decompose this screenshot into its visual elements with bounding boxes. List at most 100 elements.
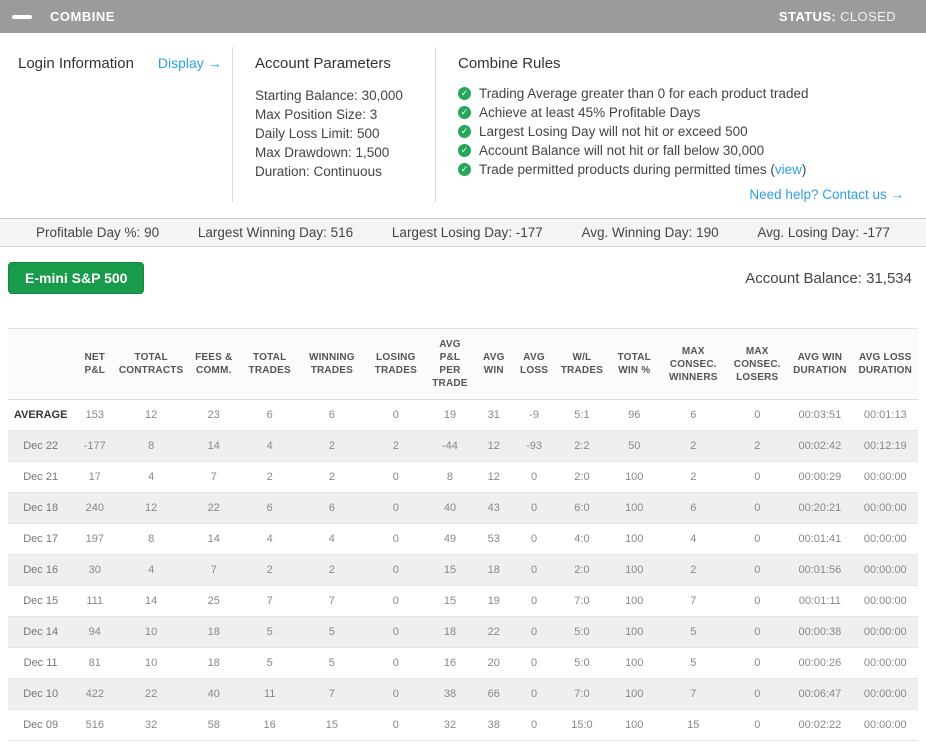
table-cell: 0 bbox=[754, 688, 761, 700]
table-cell: 6 bbox=[690, 409, 697, 421]
check-icon: ✓ bbox=[458, 125, 471, 138]
status-label: STATUS: bbox=[778, 9, 837, 24]
table-cell: 15 bbox=[443, 564, 457, 576]
table-cell: 100 bbox=[625, 719, 644, 731]
table-row: Dec 09 516 32 58 16 15 0 32 38 0 15:0 100 15 0 00:02:2… bbox=[8, 709, 918, 741]
column-header: LOSING TRADES bbox=[374, 352, 417, 376]
table-cell: 100 bbox=[625, 688, 644, 700]
table-cell: 7 bbox=[328, 595, 335, 607]
table-cell: 6 bbox=[328, 502, 335, 514]
table-cell: 18 bbox=[443, 626, 457, 638]
table-cell: 40 bbox=[443, 502, 457, 514]
table-row: Dec 10 422 22 40 11 7 0 38 66 0 7:0 100 7 0 00:06:47 00… bbox=[8, 678, 918, 710]
table-cell: 7:0 bbox=[574, 688, 590, 700]
top-bar: COMBINE STATUS: CLOSED bbox=[0, 0, 926, 33]
table-cell: 4 bbox=[148, 564, 155, 576]
table-cell: 0 bbox=[392, 688, 399, 700]
table-cell: 00:02:22 bbox=[798, 719, 842, 731]
table-cell: -44 bbox=[442, 440, 458, 452]
table-cell: 30 bbox=[88, 564, 101, 576]
table-cell: 5:1 bbox=[574, 409, 590, 421]
table-cell: 0 bbox=[530, 657, 538, 669]
table-cell: 00:00:00 bbox=[863, 688, 907, 700]
check-icon: ✓ bbox=[458, 144, 471, 157]
rule-item: ✓ Account Balance will not hit or fall b… bbox=[458, 141, 908, 160]
table-cell: 100 bbox=[625, 626, 644, 638]
table-cell: 7 bbox=[266, 595, 273, 607]
view-link[interactable]: view bbox=[775, 162, 802, 177]
table-cell: 0 bbox=[392, 564, 399, 576]
column-header: W/L TRADES bbox=[560, 352, 604, 376]
table-cell: -93 bbox=[526, 440, 542, 452]
stat-value: 90 bbox=[144, 225, 160, 240]
help-line: Need help? Contact us → bbox=[458, 187, 908, 202]
table-cell: 0 bbox=[754, 564, 761, 576]
table-cell: 15:0 bbox=[571, 719, 593, 731]
table-cell: 6 bbox=[690, 502, 697, 514]
stat-label: Largest Winning Day: bbox=[197, 225, 327, 240]
param-starting-balance: Starting Balance: 30,000 bbox=[255, 88, 403, 103]
table-cell: 0 bbox=[530, 626, 538, 638]
param-max-position-size: Max Position Size: 3 bbox=[255, 107, 378, 122]
table-cell: 19 bbox=[443, 409, 457, 421]
account-balance: Account Balance: 31,534 bbox=[745, 270, 914, 287]
table-cell: 0 bbox=[392, 626, 399, 638]
table-cell: 00:02:42 bbox=[798, 440, 842, 452]
row-label-cell: Dec 17 bbox=[23, 533, 59, 545]
table-cell: 18 bbox=[207, 657, 220, 669]
collapse-icon[interactable] bbox=[12, 14, 32, 19]
product-row: E-mini S&P 500 Account Balance: 31,534 bbox=[0, 247, 926, 294]
table-cell: 153 bbox=[85, 409, 104, 421]
table-cell: 10 bbox=[145, 657, 158, 669]
table-header-row: NET P&L TOTAL CONTRACTS FEES & COMM. TOTAL … bbox=[8, 328, 918, 400]
page-title: COMBINE bbox=[50, 9, 115, 24]
table-cell: 7 bbox=[210, 564, 217, 576]
column-header: AVG WIN DURATION bbox=[793, 352, 847, 376]
rule-item: ✓ Trading Average greater than 0 for eac… bbox=[458, 84, 908, 103]
check-icon: ✓ bbox=[458, 106, 471, 119]
table-cell: 6 bbox=[266, 409, 273, 421]
table-cell: 14 bbox=[145, 595, 158, 607]
table-cell: 2 bbox=[328, 440, 335, 452]
check-icon: ✓ bbox=[458, 87, 471, 100]
display-link[interactable]: Display → bbox=[158, 55, 222, 71]
login-information-title: Login Information bbox=[18, 55, 134, 72]
table-cell: 2 bbox=[690, 440, 697, 452]
table-cell: 00:00:00 bbox=[863, 626, 907, 638]
table-cell: 2 bbox=[328, 564, 335, 576]
contact-us-link[interactable]: Need help? Contact us → bbox=[749, 187, 904, 202]
column-header: AVG P&L PER TRADE bbox=[432, 339, 468, 389]
table-cell: -177 bbox=[83, 440, 106, 452]
table-cell: 15 bbox=[443, 595, 457, 607]
table-cell: 100 bbox=[625, 595, 644, 607]
param-max-drawdown: Max Drawdown: 1,500 bbox=[255, 145, 390, 160]
table-cell: 7:0 bbox=[574, 595, 590, 607]
stat-avg-losing-day: Avg. Losing Day: -177 bbox=[757, 225, 890, 240]
row-label-cell: Dec 10 bbox=[23, 688, 59, 700]
table-cell: 15 bbox=[325, 719, 338, 731]
table-cell: 00:03:51 bbox=[798, 409, 842, 421]
table-cell: 197 bbox=[85, 533, 104, 545]
table-cell: 00:01:41 bbox=[798, 533, 842, 545]
column-header bbox=[8, 329, 73, 400]
table-cell: 5 bbox=[266, 626, 273, 638]
table-cell: 66 bbox=[487, 688, 500, 700]
row-label-cell: Dec 21 bbox=[23, 471, 59, 483]
table-cell: 0 bbox=[754, 719, 761, 731]
account-parameters-title: Account Parameters bbox=[255, 55, 391, 72]
table-cell: 00:01:13 bbox=[863, 409, 907, 421]
column-header: NET P&L bbox=[84, 352, 106, 376]
product-tab-emini-sp500[interactable]: E-mini S&P 500 bbox=[8, 262, 145, 294]
table-cell: 18 bbox=[207, 626, 220, 638]
combine-rules-panel: Combine Rules ✓ Trading Average greater … bbox=[435, 47, 908, 202]
table-cell: 4 bbox=[148, 471, 155, 483]
rule-text: Trade permitted products during permitte… bbox=[479, 160, 806, 179]
table-cell: 5 bbox=[690, 626, 697, 638]
account-parameters-list: Starting Balance: 30,000 Max Position Si… bbox=[255, 86, 435, 181]
table-cell: 0 bbox=[754, 595, 761, 607]
table-cell: 0 bbox=[754, 409, 761, 421]
table-cell: 00:20:21 bbox=[798, 502, 842, 514]
table-cell: 2:0 bbox=[574, 471, 590, 483]
column-header: MAX CONSEC. WINNERS bbox=[668, 345, 718, 383]
table-cell: 8 bbox=[148, 440, 155, 452]
